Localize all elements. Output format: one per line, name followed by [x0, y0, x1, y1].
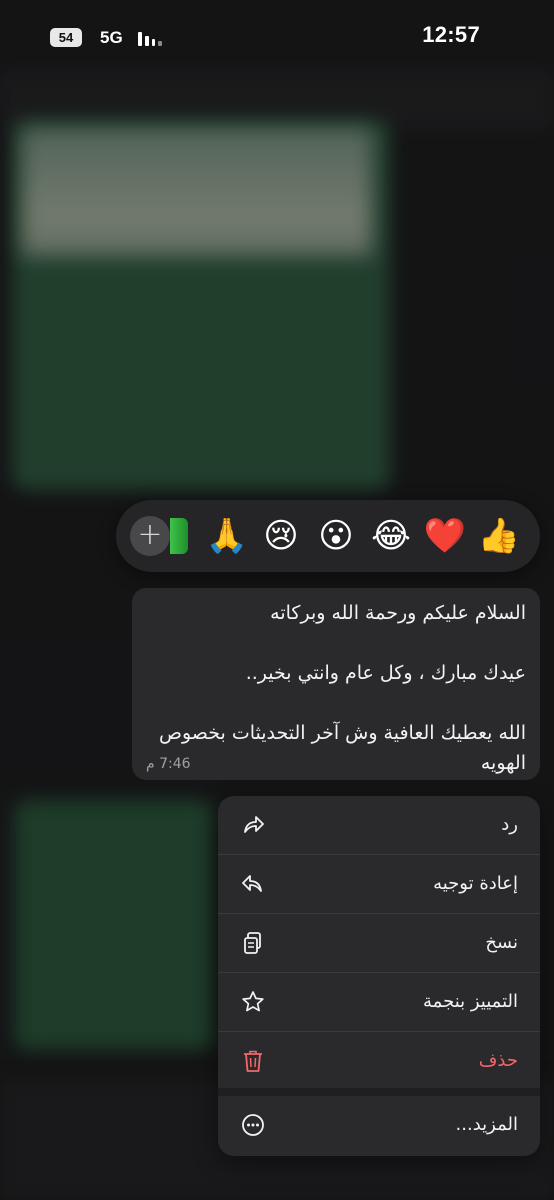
menu-star-label: التمييز بنجمة	[423, 991, 518, 1012]
more-emoji-icon	[170, 518, 188, 554]
forward-icon	[242, 875, 262, 892]
menu-delete-label: حذف	[478, 1050, 518, 1071]
menu-reply[interactable]: رد	[218, 796, 540, 855]
menu-forward[interactable]: إعادة توجيه	[218, 855, 540, 914]
menu-forward-label: إعادة توجيه	[433, 873, 518, 894]
add-reaction-button[interactable]: +	[130, 516, 170, 556]
menu-more[interactable]: المزيد...	[218, 1096, 540, 1154]
message-line-greeting: السلام عليكم ورحمة الله وبركاته	[270, 602, 526, 624]
menu-reply-label: رد	[501, 814, 518, 835]
reaction-crying[interactable]: 😢	[258, 513, 304, 559]
trash-icon	[244, 1050, 262, 1072]
message-timestamp: 7:46 م	[146, 756, 191, 772]
reaction-thumbs-up[interactable]: 👍	[476, 513, 522, 559]
reaction-heart[interactable]: ❤️	[422, 513, 468, 559]
reaction-surprised[interactable]: 😮	[313, 513, 359, 559]
menu-copy-label: نسخ	[485, 932, 518, 953]
message-text: السلام عليكم ورحمة الله وبركاته عيدك مبا…	[146, 598, 526, 778]
signal-icon	[138, 30, 162, 46]
reply-icon	[244, 816, 264, 833]
reaction-praying-hands[interactable]: 🙏	[204, 513, 250, 559]
selected-message-bubble[interactable]: السلام عليكم ورحمة الله وبركاته عيدك مبا…	[132, 588, 540, 780]
menu-more-label: المزيد...	[455, 1114, 518, 1135]
status-bar: 54 5G 12:57	[0, 0, 554, 70]
menu-delete[interactable]: حذف	[218, 1032, 540, 1090]
star-icon	[242, 991, 264, 1012]
battery-level: 54	[50, 27, 82, 47]
message-line-question: الله يعطيك العافية وش آخر التحديثات بخصو…	[158, 722, 526, 774]
copy-icon	[244, 932, 261, 954]
menu-separator	[218, 1088, 540, 1096]
network-type: 5G	[100, 28, 123, 47]
battery-icon: 54	[50, 27, 86, 47]
ellipsis-circle-icon	[242, 1114, 264, 1136]
message-line-eid: عيدك مبارك ، وكل عام وانتي بخير..	[245, 662, 526, 684]
clock: 12:57	[422, 22, 480, 47]
menu-copy[interactable]: نسخ	[218, 914, 540, 973]
reaction-tears-of-joy[interactable]: 😂	[368, 513, 414, 559]
reaction-bar: + 🙏 😢 😮 😂 ❤️ 👍	[116, 500, 540, 572]
message-context-menu: رد إعادة توجيه نسخ التمييز بنجمة حذف الم…	[218, 796, 540, 1156]
menu-star[interactable]: التمييز بنجمة	[218, 973, 540, 1032]
